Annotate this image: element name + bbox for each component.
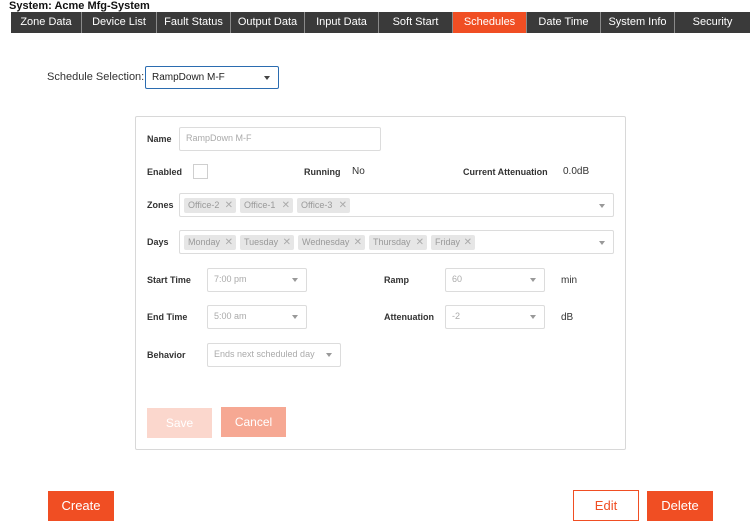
day-chip: Friday ✕	[431, 235, 475, 250]
remove-icon[interactable]: ✕	[464, 235, 472, 250]
caret-down-icon	[326, 353, 332, 357]
enabled-label: Enabled	[147, 167, 183, 177]
tab-output-data[interactable]: Output Data	[231, 12, 305, 33]
start-time-label: Start Time	[147, 275, 191, 285]
schedule-selection-value: RampDown M-F	[152, 72, 225, 83]
edit-button[interactable]: Edit	[573, 490, 639, 521]
ramp-unit: min	[561, 275, 578, 286]
tab-fault-status[interactable]: Fault Status	[157, 12, 231, 33]
caret-down-icon	[264, 76, 270, 80]
zones-label: Zones	[147, 200, 174, 210]
running-label: Running	[304, 167, 341, 177]
schedule-selection-dropdown[interactable]: RampDown M-F	[145, 66, 279, 89]
remove-icon[interactable]: ✕	[283, 235, 291, 250]
day-chip: Tuesday ✕	[240, 235, 294, 250]
tab-device-list[interactable]: Device List	[82, 12, 157, 33]
tab-schedules[interactable]: Schedules	[453, 12, 527, 33]
days-label: Days	[147, 237, 169, 247]
remove-icon[interactable]: ✕	[225, 198, 233, 213]
name-input[interactable]: RampDown M-F	[179, 127, 381, 151]
name-label: Name	[147, 134, 172, 144]
zones-multiselect[interactable]: Office-2 ✕ Office-1 ✕ Office-3 ✕	[179, 193, 614, 217]
tab-bar: Zone Data Device List Fault Status Outpu…	[11, 12, 750, 33]
day-chip: Thursday ✕	[369, 235, 427, 250]
tab-security[interactable]: Security	[675, 12, 750, 33]
attenuation-label: Attenuation	[384, 312, 434, 322]
tab-soft-start[interactable]: Soft Start	[379, 12, 453, 33]
tab-date-time[interactable]: Date Time	[527, 12, 601, 33]
ramp-label: Ramp	[384, 275, 410, 285]
current-attenuation-label: Current Attenuation	[463, 167, 548, 177]
caret-down-icon	[530, 315, 536, 319]
zone-chip: Office-1 ✕	[240, 198, 293, 213]
end-time-label: End Time	[147, 312, 188, 322]
behavior-select[interactable]: Ends next scheduled day	[207, 343, 341, 367]
running-value: No	[352, 166, 365, 177]
remove-icon[interactable]: ✕	[416, 235, 424, 250]
tab-system-info[interactable]: System Info	[601, 12, 675, 33]
delete-button[interactable]: Delete	[647, 491, 713, 521]
schedule-selection-label: Schedule Selection:	[47, 71, 145, 83]
behavior-label: Behavior	[147, 350, 186, 360]
create-button[interactable]: Create	[48, 491, 114, 521]
remove-icon[interactable]: ✕	[225, 235, 233, 250]
attenuation-select[interactable]: -2	[445, 305, 545, 329]
caret-down-icon	[599, 241, 605, 245]
remove-icon[interactable]: ✕	[339, 198, 347, 213]
cancel-button[interactable]: Cancel	[221, 407, 286, 437]
caret-down-icon	[530, 278, 536, 282]
ramp-select[interactable]: 60	[445, 268, 545, 292]
tab-zone-data[interactable]: Zone Data	[11, 12, 82, 33]
day-chip: Wednesday ✕	[298, 235, 365, 250]
caret-down-icon	[292, 315, 298, 319]
day-chip: Monday ✕	[184, 235, 236, 250]
zone-chip: Office-3 ✕	[297, 198, 350, 213]
remove-icon[interactable]: ✕	[282, 198, 290, 213]
start-time-select[interactable]: 7:00 pm	[207, 268, 307, 292]
zone-chip: Office-2 ✕	[184, 198, 236, 213]
caret-down-icon	[292, 278, 298, 282]
end-time-select[interactable]: 5:00 am	[207, 305, 307, 329]
remove-icon[interactable]: ✕	[354, 235, 362, 250]
days-multiselect[interactable]: Monday ✕ Tuesday ✕ Wednesday ✕ Thursday ✕ Fr…	[179, 230, 614, 254]
save-button[interactable]: Save	[147, 408, 212, 438]
caret-down-icon	[599, 204, 605, 208]
tab-input-data[interactable]: Input Data	[305, 12, 379, 33]
current-attenuation-value: 0.0dB	[563, 166, 590, 177]
enabled-checkbox[interactable]	[193, 164, 208, 179]
attenuation-unit: dB	[561, 312, 574, 323]
